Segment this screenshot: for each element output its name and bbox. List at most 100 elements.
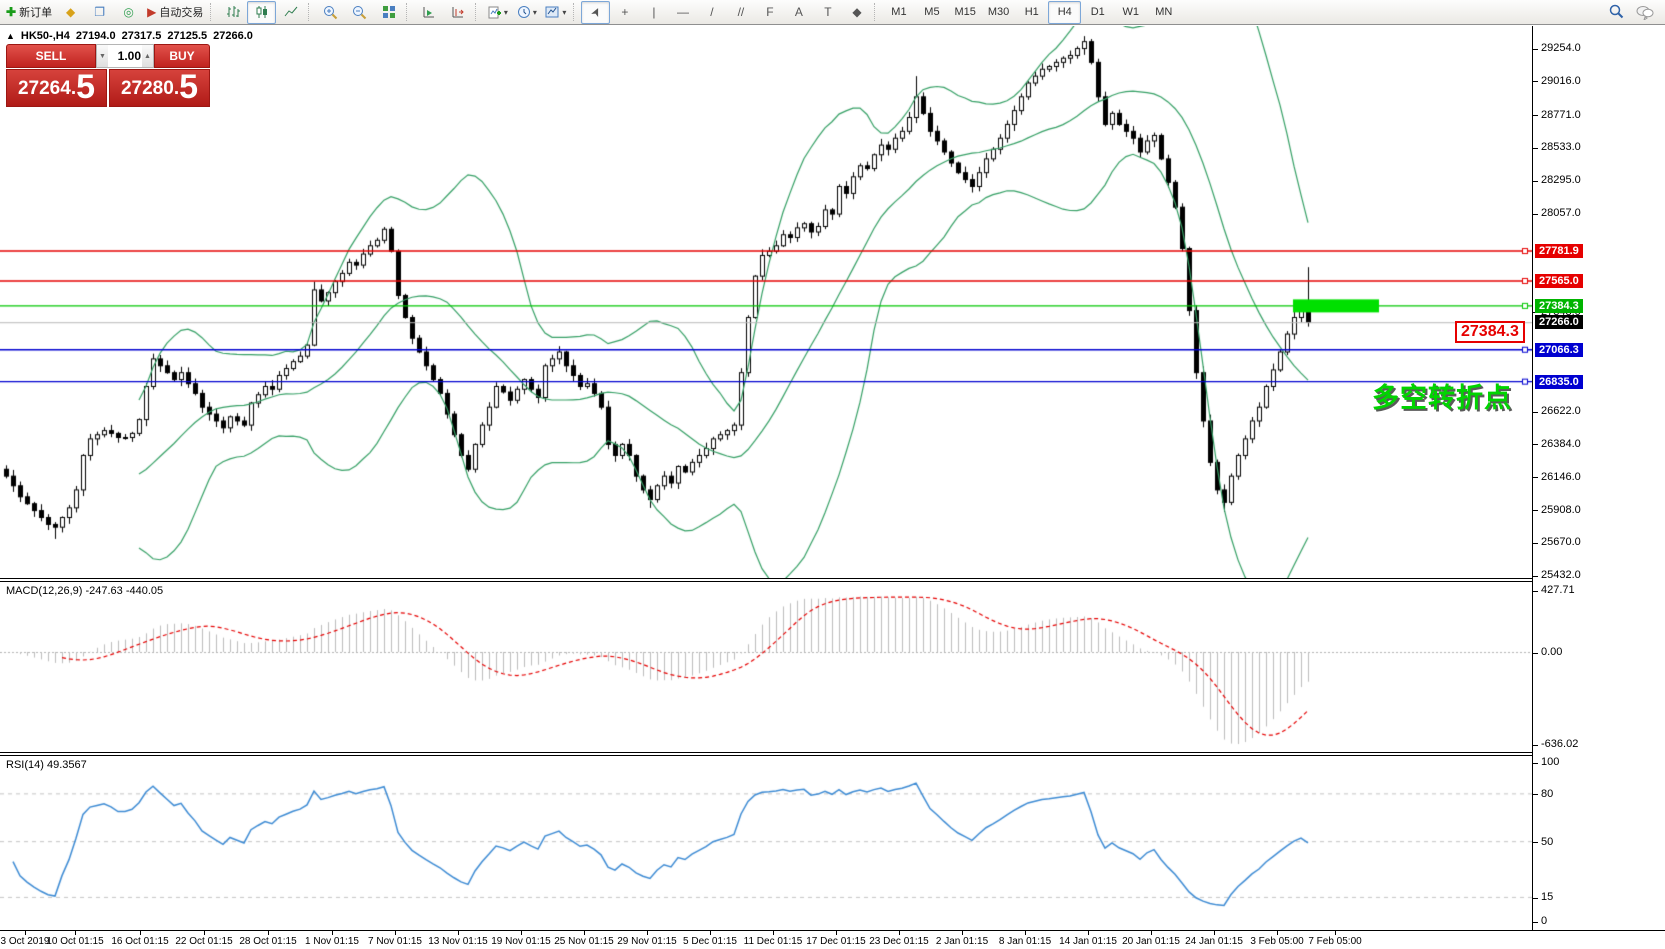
new-order-icon: ✚ (6, 6, 16, 18)
tf-W1[interactable]: W1 (1114, 1, 1147, 24)
candlestick-chart-button[interactable] (247, 1, 276, 24)
date-tick (140, 931, 141, 935)
price-tick-label: 100 (1541, 756, 1559, 768)
clock-icon (517, 5, 531, 19)
chart-shift-button[interactable] (443, 1, 472, 24)
tf-M15[interactable]: M15 (948, 1, 981, 24)
price-tag-label[interactable]: 27384.3 (1455, 321, 1525, 343)
date-tick (584, 931, 585, 935)
tf-D1[interactable]: D1 (1081, 1, 1114, 24)
pending-orders-icon: ◆ (66, 6, 75, 18)
fibonacci-button[interactable]: F (755, 1, 784, 24)
shapes-icon: ◆ (852, 6, 861, 18)
rsi-pane-canvas[interactable] (0, 756, 1532, 930)
charts-window-button[interactable]: ❐ (85, 1, 114, 24)
tile-windows-button[interactable] (374, 1, 403, 24)
new-order-button[interactable]: ✚ 新订单 (2, 1, 56, 24)
price-tick (1533, 181, 1538, 182)
price-level-label: 27781.9 (1535, 244, 1583, 258)
date-tick (1025, 931, 1026, 935)
tf-M1[interactable]: M1 (882, 1, 915, 24)
date-tick (710, 931, 711, 935)
date-tick (332, 931, 333, 935)
price-chart-canvas[interactable] (0, 26, 1532, 578)
date-label: 3 Oct 2019 (1, 936, 50, 947)
close-value: 27266.0 (213, 30, 253, 42)
chart-annotation[interactable]: 多空转折点 (1342, 376, 1512, 415)
sell-price-button[interactable]: 27264.5 (6, 69, 107, 107)
label-button[interactable]: T (813, 1, 842, 24)
date-label: 23 Dec 01:15 (869, 936, 929, 947)
signals-icon: ◎ (123, 6, 133, 18)
zoom-in-button[interactable] (316, 1, 345, 24)
rsi-name: RSI(14) (6, 759, 44, 771)
buy-button[interactable]: BUY (154, 44, 210, 68)
price-tick-label: 50 (1541, 836, 1553, 848)
date-tick (836, 931, 837, 935)
date-tick (1335, 931, 1336, 935)
periods-dropdown[interactable]: ▾ (512, 1, 541, 24)
bar-chart-button[interactable] (218, 1, 247, 24)
mt4-window: ✚ 新订单 ◆ ❐ ◎ ▶ 自动交易 (0, 0, 1665, 949)
rsi-value: 49.3567 (47, 759, 87, 771)
price-tick (1533, 49, 1538, 50)
symbol-info: ▲ HK50-,H4 27194.0 27317.5 27125.5 27266… (6, 30, 253, 42)
volume-box: ▼ ▲ (96, 44, 154, 68)
price-level-label: 27066.3 (1535, 343, 1583, 357)
indicators-dropdown[interactable]: ▾ (483, 1, 512, 24)
date-tick (458, 931, 459, 935)
date-label: 22 Oct 01:15 (175, 936, 232, 947)
date-axis[interactable]: 3 Oct 201910 Oct 01:1516 Oct 01:1522 Oct… (0, 930, 1665, 949)
cursor-icon: ➤ (588, 5, 603, 19)
volume-decrease-button[interactable]: ▼ (97, 45, 108, 67)
line-chart-button[interactable] (276, 1, 305, 24)
chat-button[interactable] (1630, 1, 1659, 24)
tf-M5[interactable]: M5 (915, 1, 948, 24)
shapes-button[interactable]: ◆ (842, 1, 871, 24)
channel-button[interactable]: // (726, 1, 755, 24)
trendline-button[interactable]: / (697, 1, 726, 24)
price-level-label: 27384.3 (1535, 299, 1583, 313)
vline-button[interactable]: | (639, 1, 668, 24)
volume-increase-button[interactable]: ▲ (142, 45, 153, 67)
date-tick (899, 931, 900, 935)
search-button[interactable] (1601, 1, 1630, 24)
sell-button[interactable]: SELL (6, 44, 96, 68)
tf-H4[interactable]: H4 (1048, 1, 1081, 24)
pending-orders-button[interactable]: ◆ (56, 1, 85, 24)
price-tick (1533, 922, 1538, 923)
price-tick (1533, 543, 1538, 544)
text-button[interactable]: A (784, 1, 813, 24)
buy-price-button[interactable]: 27280.5 (109, 69, 210, 107)
date-label: 11 Dec 01:15 (744, 936, 803, 947)
volume-input[interactable] (108, 45, 142, 67)
date-tick (75, 931, 76, 935)
rsi-label: RSI(14) 49.3567 (6, 759, 87, 771)
date-label: 10 Oct 01:15 (46, 936, 103, 947)
crosshair-button[interactable]: + (610, 1, 639, 24)
high-value: 27317.5 (122, 30, 162, 42)
macd-label: MACD(12,26,9) -247.63 -440.05 (6, 585, 163, 597)
cursor-button[interactable]: ➤ (581, 1, 610, 24)
tf-M30[interactable]: M30 (982, 1, 1015, 24)
candlestick-chart-icon (255, 5, 269, 19)
toolbar-separator (308, 3, 313, 21)
hline-button[interactable]: — (668, 1, 697, 24)
price-axis[interactable]: 29254.029016.028771.028533.028295.028057… (1532, 26, 1665, 930)
tf-MN[interactable]: MN (1147, 1, 1180, 24)
auto-trading-button[interactable]: ▶ 自动交易 (143, 1, 207, 24)
collapse-panel-icon[interactable]: ▲ (6, 31, 15, 41)
date-label: 19 Nov 01:15 (491, 936, 551, 947)
chart-window: 29254.029016.028771.028533.028295.028057… (0, 26, 1665, 949)
price-tick-label: 15 (1541, 891, 1553, 903)
macd-pane-canvas[interactable] (0, 582, 1532, 752)
tf-H1[interactable]: H1 (1015, 1, 1048, 24)
templates-dropdown[interactable]: ▾ (541, 1, 570, 24)
sell-price-main: 27264 (18, 74, 71, 104)
zoom-out-button[interactable] (345, 1, 374, 24)
auto-scroll-button[interactable] (414, 1, 443, 24)
date-tick (25, 931, 26, 935)
signals-button[interactable]: ◎ (114, 1, 143, 24)
fibonacci-icon: F (766, 6, 773, 18)
one-click-trading-panel: SELL ▼ ▲ BUY 27264.5 27280.5 (6, 44, 210, 107)
